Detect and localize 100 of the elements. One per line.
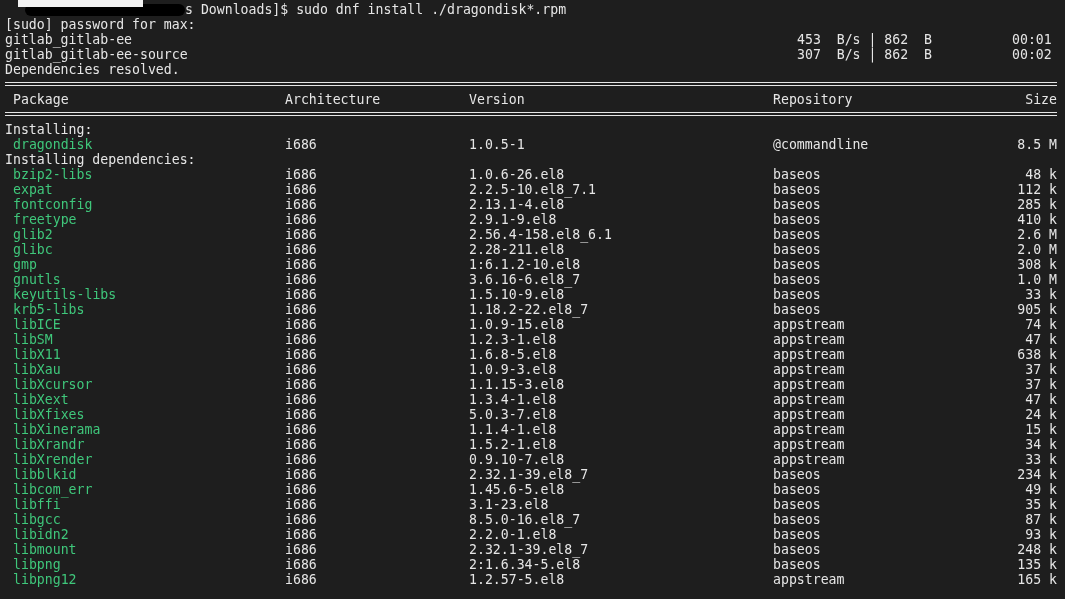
package-name: libXinerama [12,422,102,437]
version-cell-text: 1.5.10-9.el8 [469,287,565,302]
size-cell-text: 24 k [1024,407,1057,422]
output-line: [sudo] password for max: [5,17,197,32]
size-cell-text: 33 k [1024,287,1057,302]
package-name: glibc [12,242,54,257]
version-cell-text: 0.9.10-7.el8 [469,452,566,467]
architecture-cell-text: i686 [285,467,318,482]
package-name: libXext [12,392,70,407]
package-name: keyutils-libs [12,287,118,302]
column-header: Repository [773,92,854,107]
architecture-cell-text: i686 [285,512,318,527]
transfer-stats: 307 B/s | 862 B [797,47,933,62]
package-name: dragondisk [12,137,94,152]
repository-cell-text: appstream [773,422,846,437]
architecture-cell-text: i686 [285,317,318,332]
architecture-cell-text: i686 [285,407,318,422]
size-cell-text: 2.0 M [1016,242,1057,257]
package-name: libSM [12,332,54,347]
version-cell-text: 1.0.6-26.el8 [469,167,566,182]
version-cell-text: 1.3.4-1.el8 [469,392,558,407]
repository-cell-text: baseos [773,227,822,242]
size-cell-text: 165 k [1016,572,1057,587]
package-name: libXfixes [12,407,86,422]
architecture-cell-text: i686 [285,452,318,467]
package-name: bzip2-libs [12,167,94,182]
package-name: libmount [12,542,78,557]
architecture-cell-text: i686 [285,482,318,497]
architecture-cell-text: i686 [285,302,318,317]
repository-cell-text: baseos [773,302,822,317]
package-name: libXrandr [12,437,86,452]
version-cell-text: 8.5.0-16.el8_7 [469,512,582,527]
architecture-cell-text: i686 [285,212,318,227]
package-name: libgcc [12,512,62,527]
size-cell-text: 905 k [1016,302,1057,317]
version-cell-text: 2.32.1-39.el8_7 [469,542,590,557]
repository-cell-text: appstream [773,377,846,392]
version-cell-text: 2.2.0-1.el8 [469,527,557,542]
architecture-cell-text: i686 [285,257,318,272]
version-cell-text: 2.32.1-39.el8_7 [469,467,590,482]
package-name: libX11 [12,347,62,362]
column-header: Version [469,92,526,107]
repo-name: gitlab_gitlab-ee-source [5,47,189,62]
version-cell-text: 1.6.8-5.el8 [469,347,558,362]
transfer-time: 00:02 [1012,47,1053,62]
column-header: Architecture [285,92,382,107]
version-cell-text: 3.6.16-6.el8_7 [469,272,582,287]
architecture-cell-text: i686 [285,392,318,407]
architecture-cell-text: i686 [285,227,318,242]
package-name: krb5-libs [12,302,86,317]
size-cell-text: 35 k [1024,497,1057,512]
architecture-cell-text: i686 [285,167,318,182]
architecture-cell-text: i686 [285,287,318,302]
version-cell-text: 1.18.2-22.el8_7 [469,302,590,317]
repository-cell-text: baseos [773,167,822,182]
version-cell-text: 1.2.3-1.el8 [469,332,558,347]
version-cell-text: 1.0.9-3.el8 [469,362,558,377]
repository-cell-text: baseos [773,512,822,527]
repository-cell-text: baseos [773,257,822,272]
column-header: Size [1024,92,1057,107]
architecture-cell-text: i686 [285,272,318,287]
repository-cell-text: baseos [773,542,822,557]
size-cell-text: 34 k [1024,437,1057,452]
size-cell-text: 285 k [1016,197,1057,212]
version-cell-text: 1.5.2-1.el8 [469,437,558,452]
transfer-time: 00:01 [1012,32,1053,47]
package-name: libpng12 [12,572,78,587]
repository-cell-text: baseos [773,467,822,482]
repo-name: gitlab_gitlab-ee [5,32,133,47]
package-name: libICE [12,317,62,332]
architecture-cell-text: i686 [285,557,318,572]
architecture-cell-text: i686 [285,437,318,452]
size-cell-text: 37 k [1024,377,1057,392]
size-cell-text: 2.6 M [1016,227,1057,242]
architecture-cell-text: i686 [285,332,318,347]
repository-cell-text: appstream [773,362,846,377]
version-cell-text: 2.9.1-9.el8 [469,212,558,227]
architecture-cell-text: i686 [285,182,318,197]
architecture-cell-text: i686 [285,242,318,257]
status-line: Dependencies resolved. [5,62,180,77]
size-cell-text: 1.0 M [1016,272,1057,287]
repository-cell-text: baseos [773,287,822,302]
repository-cell-text: appstream [773,437,846,452]
repository-cell-text: baseos [773,197,822,212]
repository-cell-text: appstream [773,452,846,467]
column-header: Package [12,92,70,107]
repository-cell-text: baseos [773,242,822,257]
architecture-cell-text: i686 [285,542,318,557]
size-cell-text: 15 k [1024,422,1057,437]
version-cell-text: 1.2.57-5.el8 [469,572,566,587]
repository-cell-text: appstream [773,407,846,422]
repository-cell-text: appstream [773,392,846,407]
package-name: libblkid [12,467,78,482]
package-name: gmp [12,257,38,272]
architecture-cell-text: i686 [285,572,318,587]
section-heading: Installing dependencies: [5,152,197,167]
architecture-cell-text: i686 [285,347,318,362]
size-cell-text: 87 k [1024,512,1057,527]
architecture-cell-text: i686 [285,377,318,392]
size-cell-text: 308 k [1016,257,1057,272]
